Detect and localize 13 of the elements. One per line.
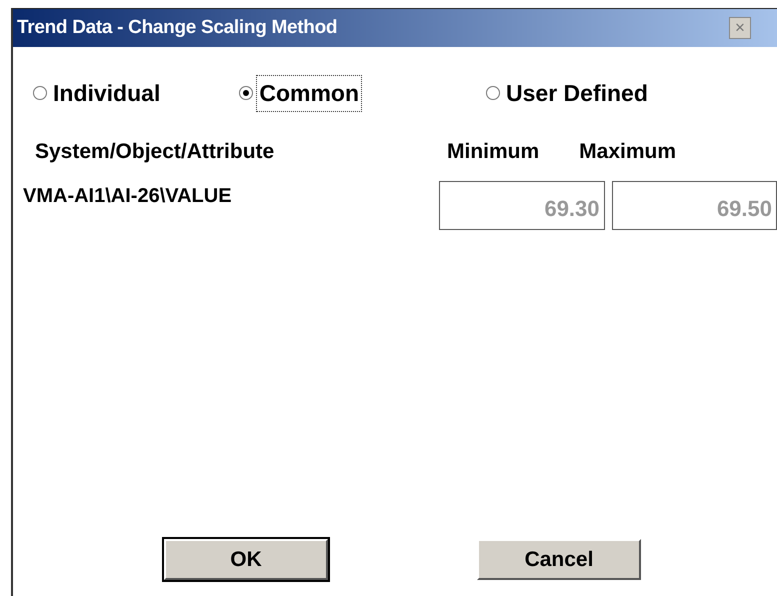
radio-label[interactable]: User Defined — [503, 75, 651, 112]
window-title: Trend Data - Change Scaling Method — [17, 16, 338, 40]
dialog-button[interactable]: Cancel — [477, 539, 641, 580]
radio-label[interactable]: Common — [256, 75, 362, 112]
radio-button[interactable] — [486, 86, 500, 100]
column-header: System/Object/Attribute — [35, 138, 276, 164]
column-header: Minimum — [447, 138, 540, 164]
column-header: Maximum — [579, 138, 676, 164]
radio-label[interactable]: Individual — [50, 75, 164, 112]
dialog-button[interactable]: OK — [164, 539, 328, 580]
radio-button[interactable] — [33, 86, 47, 100]
radio-button[interactable] — [239, 86, 254, 100]
attribute-name: VMA-AI1\AI-26\VALUE — [23, 184, 233, 209]
